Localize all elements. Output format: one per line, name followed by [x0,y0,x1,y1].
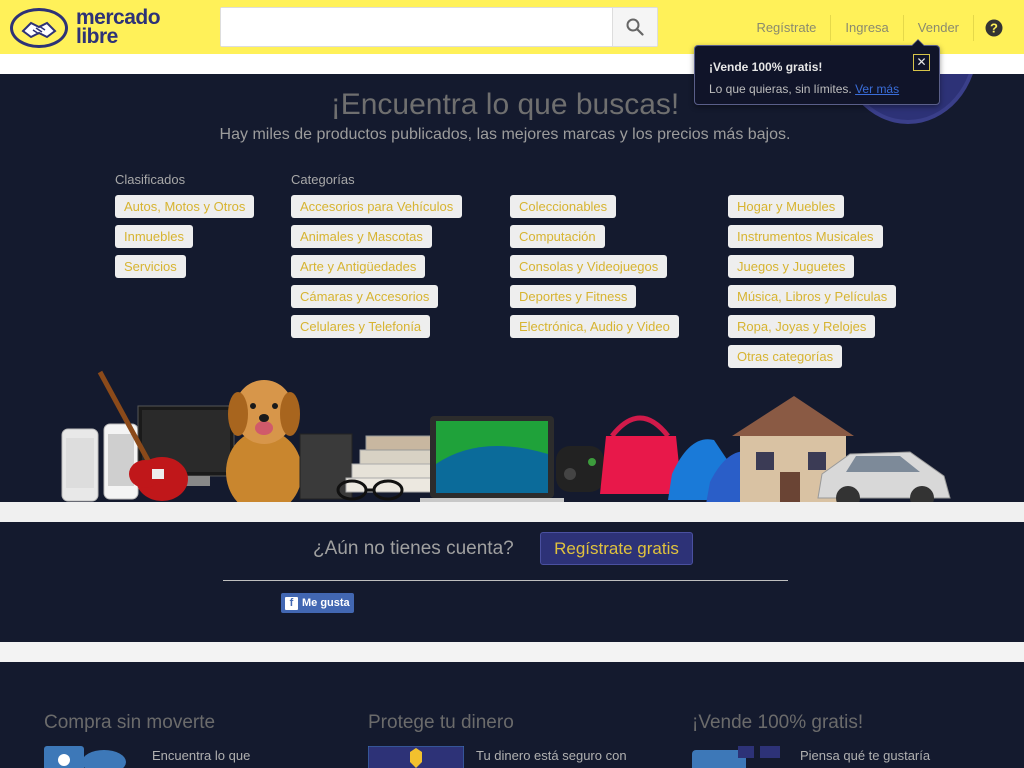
category-chip[interactable]: Consolas y Videojuegos [510,255,668,278]
divider [223,580,788,581]
register-question: ¿Aún no tienes cuenta? [313,538,514,559]
hero-section: ¡Encuentra lo que buscas! Hay miles de p… [0,74,1024,522]
mercadolibre-logo[interactable]: mercado libre [10,6,170,50]
search-input[interactable] [221,8,613,46]
search-box [220,7,658,47]
top-nav: Regístrate Ingresa Vender ? [742,14,1014,42]
svg-text:?: ? [990,21,998,36]
category-chip[interactable]: Juegos y Juguetes [728,255,855,278]
feature-title: Compra sin moverte [44,712,216,733]
facebook-icon: f [285,596,298,610]
shopping-cloud-icon [44,746,126,768]
like-label: Me gusta [302,597,350,609]
help-button[interactable]: ? [974,15,1014,41]
tooltip-body-text: Lo que quieras, sin límites. [709,82,852,96]
tooltip-title: ¡Vende 100% gratis! [709,60,823,74]
gamepad-icon [556,446,604,492]
feature-title: Protege tu dinero [368,712,514,733]
features-section: Compra sin moverte Encuentra lo que Prot… [0,662,1024,768]
tooltip-close-button[interactable]: ✕ [913,54,930,71]
category-chip[interactable]: Arte y Antigüedades [291,255,426,278]
feature-text: Encuentra lo que [152,748,251,763]
category-chip[interactable]: Instrumentos Musicales [728,225,883,248]
category-chip[interactable]: Coleccionables [510,195,617,218]
logo-text: mercado libre [76,7,161,48]
register-free-button[interactable]: Regístrate gratis [540,532,693,565]
handbag-icon [600,415,682,494]
laptop-icon [420,416,564,504]
feature-text: Tu dinero está seguro con [476,748,627,763]
logo-line-2: libre [76,25,118,48]
tooltip-see-more-link[interactable]: Ver más [855,82,899,96]
category-chip[interactable]: Autos, Motos y Otros [115,195,255,218]
category-chip[interactable]: Animales y Mascotas [291,225,432,248]
category-chip[interactable]: Deportes y Fitness [510,285,637,308]
register-band: ¿Aún no tienes cuenta? Regístrate gratis… [0,522,1024,642]
categorias-heading: Categorías [291,172,355,187]
nav-sell-link[interactable]: Vender [904,15,974,41]
shield-icon [368,746,464,768]
category-chip[interactable]: Hogar y Muebles [728,195,845,218]
category-chip[interactable]: Inmuebles [115,225,193,248]
dog-icon [226,380,302,514]
facebook-like-button[interactable]: f Me gusta [281,593,354,613]
category-chip[interactable]: Ropa, Joyas y Relojes [728,315,876,338]
sell-tooltip: ¡Vende 100% gratis! Lo que quieras, sin … [694,39,940,105]
category-chip[interactable]: Electrónica, Audio y Video [510,315,679,338]
sell-icon [692,746,780,768]
category-chip[interactable]: Música, Libros y Películas [728,285,897,308]
feature-text: Piensa qué te gustaría [800,748,931,763]
tooltip-body: Lo que quieras, sin límites. Ver más [709,82,899,96]
feature-title: ¡Vende 100% gratis! [692,712,864,733]
section-gap [0,642,1024,662]
clasificados-heading: Clasificados [115,172,186,187]
basket-icon [299,433,353,500]
category-chip[interactable]: Computación [510,225,605,248]
category-chip[interactable]: Celulares y Telefonía [291,315,431,338]
close-icon: ✕ [916,55,927,69]
help-icon: ? [985,19,1003,37]
category-chip[interactable]: Servicios [115,255,186,278]
category-chip[interactable]: Cámaras y Accesorios [291,285,439,308]
products-banner-image [61,370,951,514]
handshake-icon [10,8,68,48]
hero-floor [0,502,1024,522]
search-button[interactable] [612,8,657,46]
search-icon [626,18,644,36]
hero-subtitle: Hay miles de productos publicados, las m… [219,126,791,143]
category-chip[interactable]: Accesorios para Vehículos [291,195,463,218]
smartphones-icon [61,423,139,502]
nav-login-link[interactable]: Ingresa [831,15,904,41]
nav-register-link[interactable]: Regístrate [742,15,832,41]
